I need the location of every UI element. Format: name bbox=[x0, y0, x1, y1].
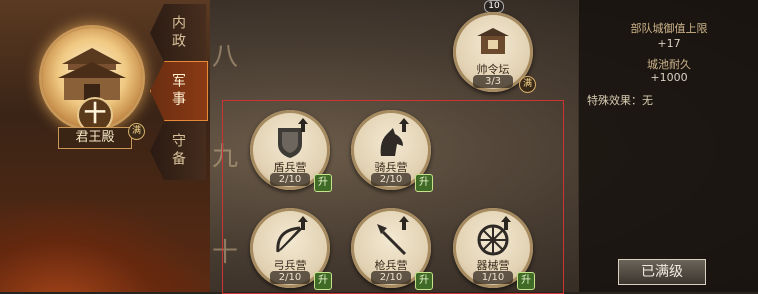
tab-internal[interactable]: 内政 bbox=[150, 4, 206, 62]
upgrade-badge[interactable]: 升 bbox=[415, 272, 433, 290]
stat-title: 部队城御值上限 bbox=[630, 22, 708, 35]
palace-name: 君王殿 bbox=[58, 127, 132, 149]
siege-barracks[interactable]: 器械营 1/10 升 bbox=[453, 208, 535, 290]
archer-barracks[interactable]: 弓兵营 2/10 升 bbox=[250, 208, 332, 290]
tier-label: 八 bbox=[212, 42, 239, 72]
commander-building[interactable]: 帅令坛 3/3 满 bbox=[453, 12, 536, 93]
building-count: 2/10 bbox=[270, 271, 310, 284]
upgrade-arrow-icon bbox=[298, 118, 308, 132]
tab-bar: 内政 军事 守备 bbox=[150, 0, 208, 200]
tab-military[interactable]: 军事 bbox=[150, 61, 208, 121]
max-level-button[interactable]: 已满级 bbox=[618, 259, 706, 285]
building-count: 2/10 bbox=[371, 173, 411, 186]
info-panel: 部队城御值上限 +17 城池耐久 +1000 特殊效果：无 bbox=[578, 0, 758, 292]
upgrade-badge[interactable]: 升 bbox=[517, 272, 535, 290]
tab-defense[interactable]: 守备 bbox=[150, 122, 206, 180]
upgrade-badge[interactable]: 升 bbox=[314, 272, 332, 290]
full-badge: 满 bbox=[519, 76, 536, 93]
tab-label: 守备 bbox=[170, 133, 186, 169]
spear-barracks[interactable]: 枪兵营 2/10 升 bbox=[351, 208, 433, 290]
building-count: 3/3 bbox=[473, 75, 513, 88]
upgrade-arrow-icon bbox=[298, 216, 308, 230]
upgrade-badge[interactable]: 升 bbox=[314, 174, 332, 192]
upgrade-arrow-icon bbox=[501, 216, 511, 230]
building-count: 2/10 bbox=[371, 271, 411, 284]
upgrade-badge[interactable]: 升 bbox=[415, 174, 433, 192]
palace-full-badge: 满 bbox=[128, 123, 145, 140]
cavalry-barracks[interactable]: 骑兵营 2/10 升 bbox=[351, 110, 433, 192]
upgrade-arrow-icon bbox=[399, 118, 409, 132]
altar-icon bbox=[477, 28, 509, 54]
stat-value: +17 bbox=[657, 37, 681, 50]
building-count: 2/10 bbox=[270, 173, 310, 186]
fire-glow bbox=[0, 202, 210, 292]
special-effect: 特殊效果：无 bbox=[587, 94, 653, 107]
shield-barracks[interactable]: 盾兵营 2/10 升 bbox=[250, 110, 332, 192]
tab-label: 军事 bbox=[170, 73, 186, 109]
tab-label: 内政 bbox=[170, 15, 186, 51]
stat-title: 城池耐久 bbox=[647, 58, 691, 71]
stat-value: +1000 bbox=[650, 71, 688, 84]
upgrade-arrow-icon bbox=[399, 216, 409, 230]
building-count: 1/10 bbox=[473, 271, 513, 284]
